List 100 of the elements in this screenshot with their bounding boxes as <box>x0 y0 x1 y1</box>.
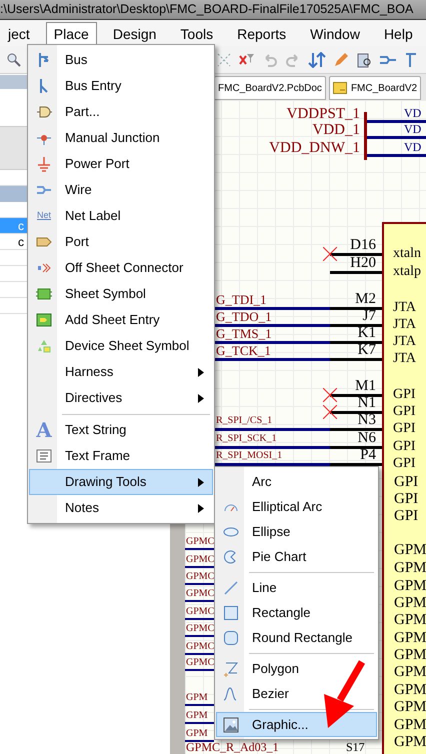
menu-item[interactable]: Elliptical Arc <box>216 494 377 519</box>
menu-bar-item[interactable]: ject <box>0 22 38 46</box>
net-label: G_TMS_1 <box>216 327 272 340</box>
menu-item-label: Port <box>65 233 89 252</box>
caret-icon <box>198 368 204 376</box>
polygon-icon <box>223 660 239 676</box>
menu-item-label: Text String <box>65 421 126 440</box>
menu-bar-item[interactable]: Help <box>376 22 421 46</box>
menu-item-label: Polygon <box>252 660 299 678</box>
wire-line <box>185 548 214 550</box>
menu-item[interactable]: Power Port <box>29 151 213 177</box>
document-tab[interactable]: FMC_BoardV2.PcbDoc <box>214 76 326 100</box>
menu-item[interactable]: Net Net Label <box>29 203 213 229</box>
menu-item-label: Round Rectangle <box>252 628 352 647</box>
menu-bar-item[interactable]: Window <box>302 22 368 46</box>
menu-item-label: Line <box>252 578 277 597</box>
menu-bar-item[interactable]: Design <box>104 22 164 46</box>
menu-item[interactable]: Add Sheet Entry <box>29 307 213 333</box>
menu-item[interactable]: Rectangle <box>216 600 377 625</box>
net-label: GPMC_R_Ad03_1 <box>186 741 279 753</box>
text-frame-icon <box>36 448 52 464</box>
menu-icon: A <box>36 420 52 440</box>
menu-item[interactable]: Bus Entry <box>29 73 213 99</box>
pin-name: GPM <box>394 735 426 750</box>
pencil-icon[interactable] <box>333 52 349 68</box>
pin-number: D16 <box>349 238 376 253</box>
menu-item[interactable]: Round Rectangle <box>216 625 377 650</box>
net-label: G_TCK_1 <box>216 344 271 357</box>
up-down-arrows-icon[interactable] <box>308 52 326 68</box>
window-title: :\Users\Administrator\Desktop\FMC_BOARD-FinalFile170525A\FMC_BOA <box>0 3 414 16</box>
picture-icon <box>223 716 239 732</box>
pin-number: J7 <box>362 309 376 324</box>
net-label: GPMC <box>186 607 214 617</box>
document-tab[interactable]: FMC_BoardV2 <box>328 76 422 100</box>
menu-item[interactable]: Ellipse <box>216 519 377 544</box>
menu-bar-item[interactable]: Reports <box>229 22 294 46</box>
document-icon <box>332 82 347 94</box>
menu-item-label: Pie Chart <box>252 548 306 566</box>
search-icon[interactable] <box>6 52 22 68</box>
menu-item[interactable]: Device Sheet Symbol <box>29 333 213 359</box>
pin-name: GPI <box>393 405 416 419</box>
menu-item-label: Harness <box>65 363 114 382</box>
pin-name: GPI <box>394 509 418 524</box>
menu-item[interactable]: Bus <box>29 47 213 73</box>
menu-item[interactable]: Off Sheet Connector <box>29 255 213 281</box>
pin-name: GPM <box>394 665 426 680</box>
menu-icon: Net <box>36 209 51 223</box>
menu-item[interactable]: Graphic... <box>216 712 377 737</box>
menu-item[interactable]: Port <box>29 229 213 255</box>
menu-item[interactable]: Directives <box>29 385 213 411</box>
menu-item[interactable]: Drawing Tools <box>29 469 213 495</box>
sheet-entry-icon <box>36 312 52 328</box>
menu-item[interactable]: Manual Junction <box>29 125 213 151</box>
menu-bar-item[interactable]: Tools <box>172 22 222 46</box>
bus-tool-icon[interactable] <box>404 52 416 68</box>
menu-item[interactable]: Line <box>216 575 377 600</box>
pin-name: GPM <box>394 718 426 733</box>
menu-item[interactable]: Arc <box>216 469 377 494</box>
net-label: GPMC <box>186 658 214 668</box>
pin-number: N3 <box>356 413 376 428</box>
menu-item[interactable]: Part... <box>29 99 213 125</box>
net-label: R_SPI_/CS_1 <box>216 416 272 426</box>
menu-item-label: Drawing Tools <box>65 473 146 492</box>
bezier-icon <box>223 686 239 702</box>
menu-item-label: Ellipse <box>252 522 290 541</box>
net-label: GPM <box>186 711 208 721</box>
pin-name: JTA <box>393 318 416 332</box>
menu-item[interactable]: Text Frame <box>29 443 213 469</box>
wire-line <box>185 618 214 620</box>
menu-item-label: Wire <box>65 181 92 200</box>
menu-item[interactable]: A Text String <box>29 417 213 443</box>
menu-item[interactable]: Bezier <box>216 681 377 706</box>
pin-number: P4 <box>359 448 376 463</box>
pin-number: H20 <box>349 256 376 271</box>
menu-item-label: Off Sheet Connector <box>65 259 184 278</box>
rectangle-icon <box>223 604 239 620</box>
menu-item[interactable]: Harness <box>29 359 213 385</box>
menu-item[interactable]: Sheet Symbol <box>29 281 213 307</box>
menu-item[interactable]: Notes <box>29 495 213 521</box>
menu-item[interactable]: Pie Chart <box>216 544 377 569</box>
menu-item-label: Rectangle <box>252 604 311 622</box>
net-label: R_SPI_SCK_1 <box>216 434 277 444</box>
menu-item-label: Elliptical Arc <box>252 498 322 516</box>
pin-name: JTA <box>393 301 416 315</box>
menu-item[interactable]: Polygon <box>216 656 377 681</box>
menu-bar-item[interactable]: Place <box>46 22 97 46</box>
menu-item-label: Manual Junction <box>65 129 160 148</box>
wire-line <box>185 740 214 742</box>
menu-item-label: Bus Entry <box>65 77 122 96</box>
pin-number: M2 <box>354 292 376 307</box>
select-icon[interactable] <box>216 52 232 68</box>
clear-filter-icon[interactable] <box>239 52 255 68</box>
pin-name: GPM <box>394 561 426 576</box>
pin-number: K1 <box>356 326 376 341</box>
ground-icon <box>36 156 52 172</box>
menu-item[interactable]: Wire <box>29 177 213 203</box>
net-label: GPM <box>186 693 208 703</box>
caret-icon <box>198 504 204 512</box>
menu-item-label: Part... <box>65 103 100 122</box>
pin-name: GPM <box>394 596 426 611</box>
